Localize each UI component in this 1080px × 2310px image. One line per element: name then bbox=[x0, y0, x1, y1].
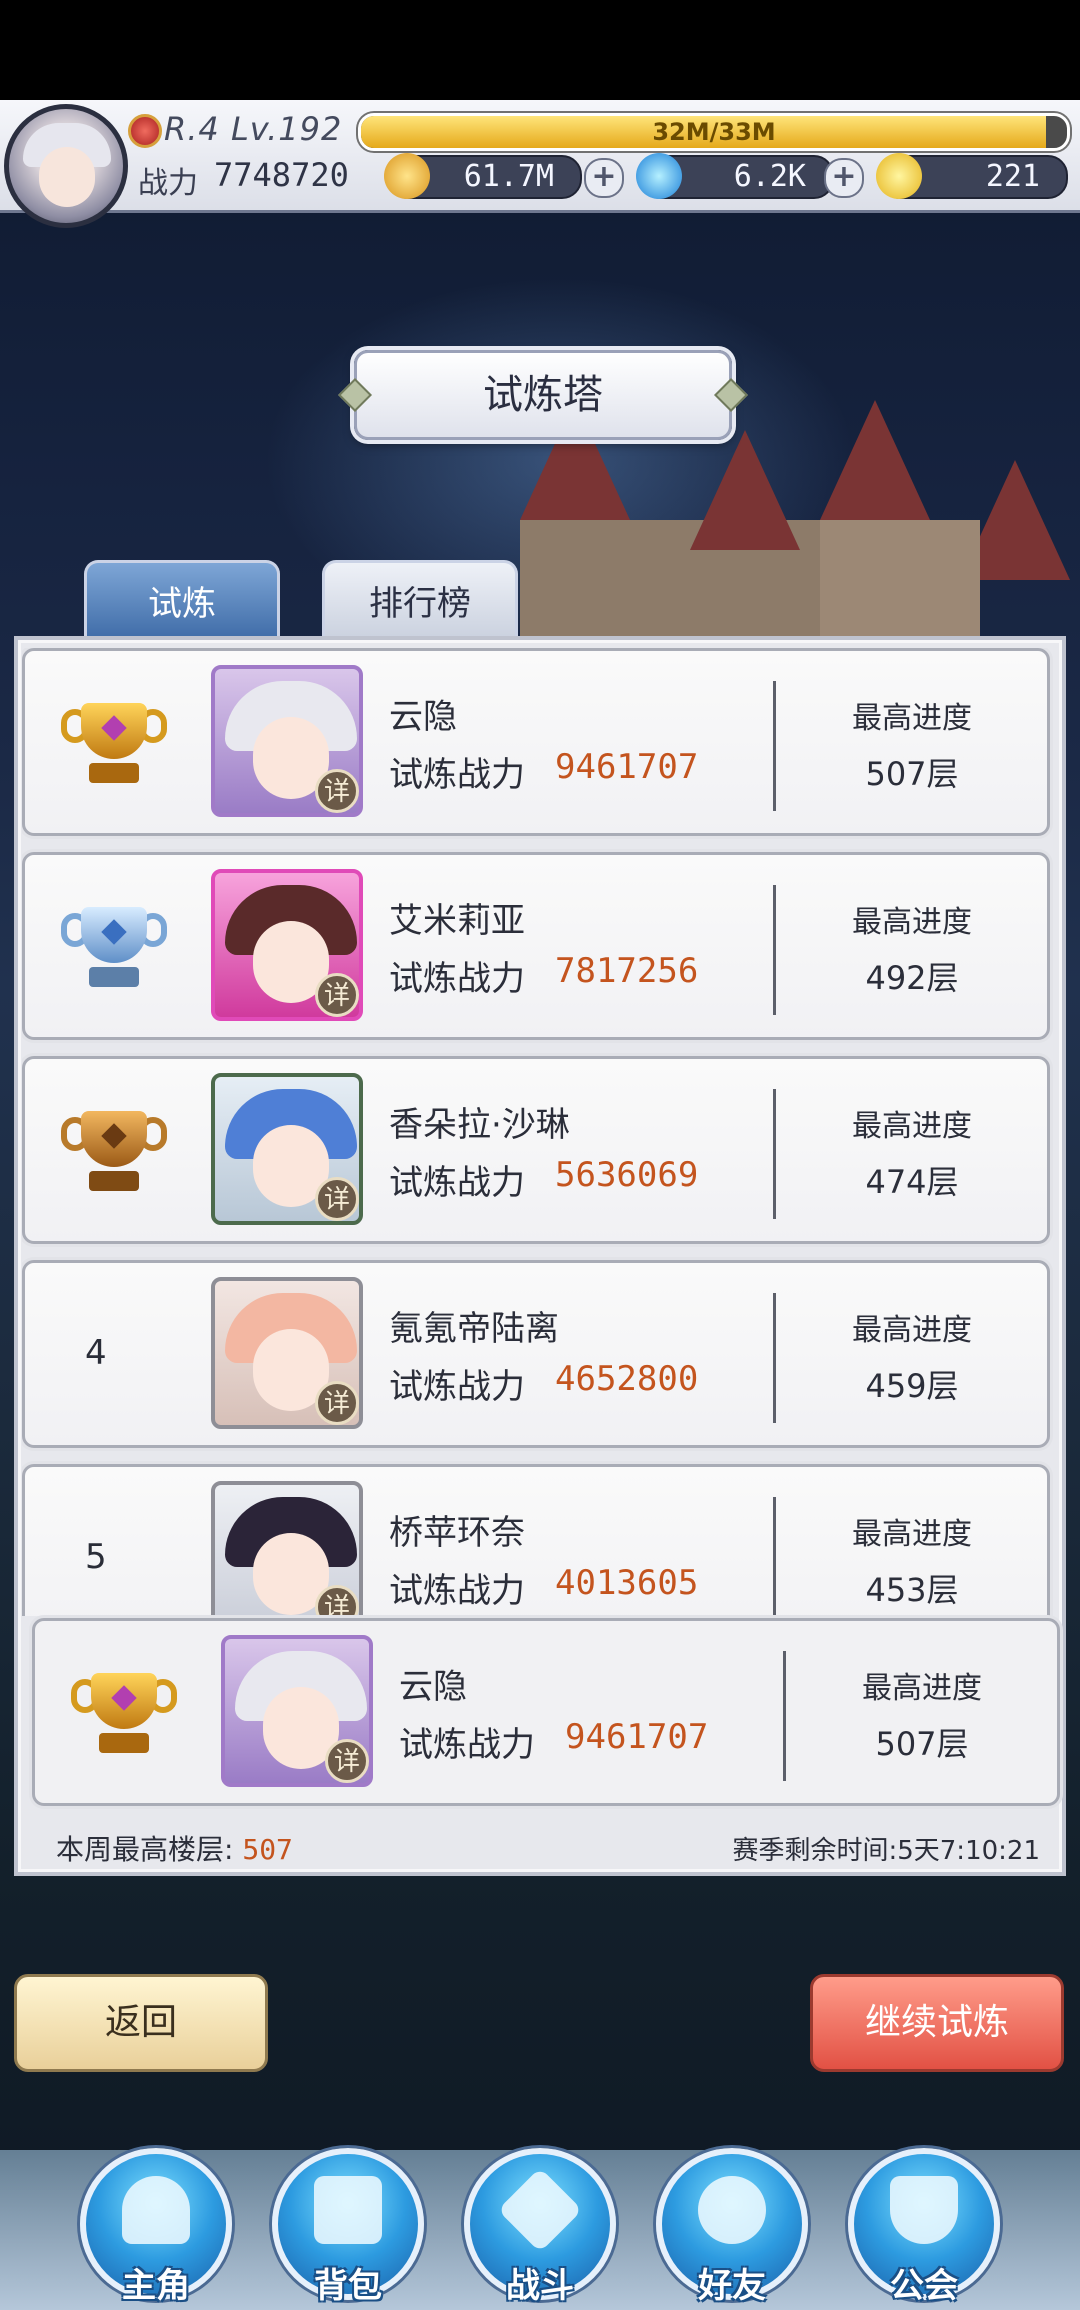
add-gold-button[interactable]: + bbox=[584, 158, 624, 198]
season-remaining: 赛季剩余时间:5天7:10:21 bbox=[732, 1830, 1040, 1867]
player-power-value: 7748720 bbox=[214, 156, 349, 194]
player-name: 艾米莉亚 bbox=[389, 901, 525, 941]
hero-icon bbox=[122, 2176, 190, 2244]
season-remaining-label: 赛季剩余时间: bbox=[732, 1836, 898, 1866]
weekly-best-floor: 本周最高楼层: 507 bbox=[56, 1828, 293, 1868]
player-name: 云隐 bbox=[399, 1667, 467, 1707]
progress-value: 507层 bbox=[865, 755, 959, 793]
ranking-row[interactable]: 4 详 氪氪帝陆离 试炼战力 4652800 最高进度 459层 bbox=[22, 1260, 1050, 1448]
player-name: 氪氪帝陆离 bbox=[389, 1309, 559, 1349]
tab-trial[interactable]: 试炼 bbox=[84, 560, 280, 642]
add-crystal-button[interactable]: + bbox=[824, 158, 864, 198]
trial-power-value: 4013605 bbox=[555, 1563, 699, 1603]
page-title: 试炼塔 bbox=[354, 350, 732, 440]
detail-button[interactable]: 详 bbox=[325, 1739, 369, 1783]
exp-text: 32M/33M bbox=[652, 118, 776, 146]
progress-value: 474层 bbox=[865, 1163, 959, 1201]
row-divider bbox=[773, 1089, 776, 1219]
weekly-best-label: 本周最高楼层: bbox=[56, 1833, 234, 1866]
trial-power-label: 试炼战力 bbox=[389, 1571, 525, 1611]
currency-gem: 221 bbox=[876, 153, 1068, 199]
nav-backpack-label: 背包 bbox=[314, 2266, 382, 2306]
player-power-label: 战力 bbox=[138, 166, 198, 201]
progress-value: 453层 bbox=[865, 1571, 959, 1609]
player-rank-level: R.4 Lv.192 bbox=[164, 110, 343, 148]
ranking-row[interactable]: 5 详 桥苹环奈 试炼战力 4013605 最高进度 453层 bbox=[22, 1464, 1050, 1616]
player-name: 云隐 bbox=[389, 697, 457, 737]
progress-label: 最高进度 bbox=[852, 1313, 972, 1348]
gold-coin-icon bbox=[384, 153, 430, 199]
weekly-best-value: 507 bbox=[242, 1833, 293, 1866]
trial-power-label: 试炼战力 bbox=[389, 755, 525, 795]
player-avatar[interactable] bbox=[4, 104, 128, 228]
backpack-icon bbox=[314, 2176, 382, 2244]
currency-gem-value: 221 bbox=[985, 159, 1040, 194]
detail-button[interactable]: 详 bbox=[315, 1177, 359, 1221]
row-divider bbox=[773, 1293, 776, 1423]
detail-button[interactable]: 详 bbox=[315, 769, 359, 813]
trial-power-value: 7817256 bbox=[555, 951, 699, 991]
row-divider bbox=[773, 681, 776, 811]
nav-friends-label: 好友 bbox=[698, 2266, 766, 2306]
trial-power-value: 5636069 bbox=[555, 1155, 699, 1195]
bronze-trophy-icon bbox=[59, 1101, 169, 1201]
rank-number: 4 bbox=[85, 1333, 107, 1373]
progress-value: 492层 bbox=[865, 959, 959, 997]
season-remaining-value: 5天7:10:21 bbox=[897, 1836, 1040, 1866]
tab-ranking[interactable]: 排行榜 bbox=[322, 560, 518, 642]
progress-label: 最高进度 bbox=[852, 701, 972, 736]
nav-hero-label: 主角 bbox=[122, 2266, 190, 2306]
row-divider bbox=[773, 1497, 776, 1616]
progress-value: 459层 bbox=[865, 1367, 959, 1405]
currency-gold-value: 61.7M bbox=[463, 159, 554, 194]
gold-trophy-icon bbox=[69, 1663, 179, 1763]
progress-label: 最高进度 bbox=[852, 905, 972, 940]
ranking-list[interactable]: 详 云隐 试炼战力 9461707 最高进度 507层 详 艾米莉亚 试炼战力 … bbox=[22, 648, 1060, 1616]
progress-label: 最高进度 bbox=[852, 1109, 972, 1144]
rank-number: 5 bbox=[85, 1537, 107, 1577]
gold-trophy-icon bbox=[59, 693, 169, 793]
handshake-icon bbox=[698, 2176, 766, 2244]
progress-label: 最高进度 bbox=[862, 1671, 982, 1706]
trial-power-label: 试炼战力 bbox=[389, 1163, 525, 1203]
trial-power-label: 试炼战力 bbox=[399, 1725, 535, 1765]
guild-crest-icon bbox=[890, 2176, 958, 2244]
blue-crystal-icon bbox=[636, 153, 682, 199]
player-name: 香朵拉·沙琳 bbox=[389, 1105, 570, 1145]
trial-power-value: 9461707 bbox=[565, 1717, 709, 1757]
row-divider bbox=[783, 1651, 786, 1781]
ranking-row[interactable]: 详 云隐 试炼战力 9461707 最高进度 507层 bbox=[22, 648, 1050, 836]
row-divider bbox=[773, 885, 776, 1015]
currency-crystal-value: 6.2K bbox=[733, 159, 806, 194]
trial-power-value: 9461707 bbox=[555, 747, 699, 787]
silver-trophy-icon bbox=[59, 897, 169, 997]
rank-emblem-icon bbox=[128, 114, 162, 148]
player-name: 桥苹环奈 bbox=[389, 1513, 525, 1553]
trial-power-value: 4652800 bbox=[555, 1359, 699, 1399]
nav-guild-label: 公会 bbox=[890, 2266, 958, 2306]
back-button[interactable]: 返回 bbox=[14, 1974, 268, 2072]
currency-crystal: 6.2K bbox=[636, 153, 834, 199]
detail-button[interactable]: 详 bbox=[315, 1381, 359, 1425]
currency-gold: 61.7M bbox=[384, 153, 582, 199]
progress-value: 507层 bbox=[875, 1725, 969, 1763]
nav-battle-label: 战斗 bbox=[506, 2266, 574, 2306]
ranking-row[interactable]: 详 艾米莉亚 试炼战力 7817256 最高进度 492层 bbox=[22, 852, 1050, 1040]
self-ranking-row[interactable]: 详 云隐 试炼战力 9461707 最高进度 507层 bbox=[32, 1618, 1060, 1806]
exp-bar: 32M/33M bbox=[358, 113, 1070, 151]
ranking-row[interactable]: 详 香朵拉·沙琳 试炼战力 5636069 最高进度 474层 bbox=[22, 1056, 1050, 1244]
trial-power-label: 试炼战力 bbox=[389, 1367, 525, 1407]
trial-power-label: 试炼战力 bbox=[389, 959, 525, 999]
detail-button[interactable]: 详 bbox=[315, 973, 359, 1017]
crossed-swords-icon bbox=[497, 2167, 583, 2253]
status-bar bbox=[0, 0, 1080, 100]
progress-label: 最高进度 bbox=[852, 1517, 972, 1552]
continue-trial-button[interactable]: 继续试炼 bbox=[810, 1974, 1064, 2072]
yellow-gem-icon bbox=[876, 153, 922, 199]
